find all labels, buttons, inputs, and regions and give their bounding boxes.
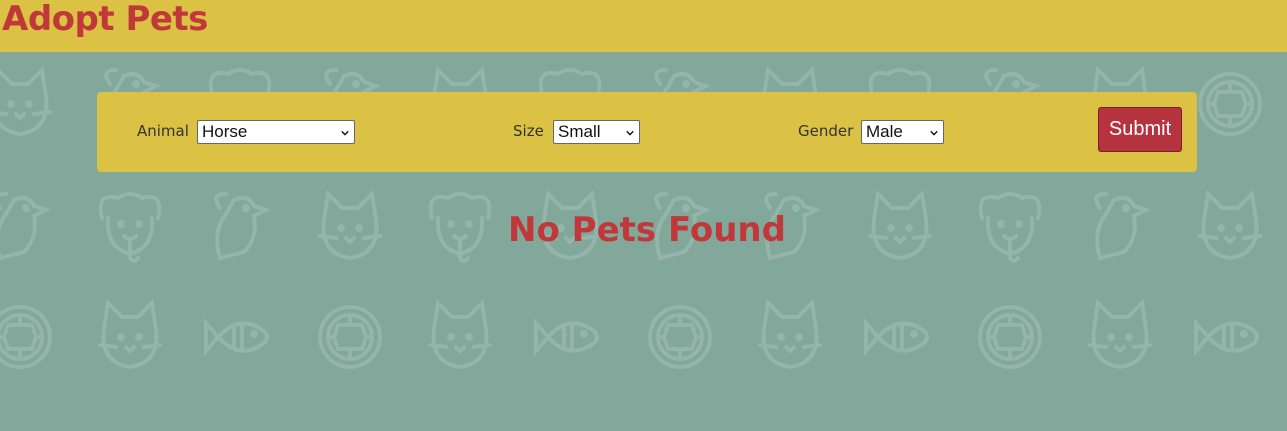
gender-label: Gender (798, 122, 854, 140)
site-header: Adopt Pets (0, 0, 1287, 52)
submit-button[interactable]: Submit (1098, 107, 1182, 152)
chevron-down-icon (341, 130, 349, 136)
cat-icon (758, 301, 822, 369)
turtle-icon (648, 305, 712, 369)
turtle-icon (0, 305, 52, 369)
no-results-message: No Pets Found (508, 210, 786, 250)
filter-form: Animal Horse Size Small Gender Male Subm… (97, 92, 1197, 172)
size-label: Size (513, 122, 544, 140)
size-select-value: Small (558, 122, 601, 141)
turtle-icon (318, 305, 382, 369)
cat-icon (1088, 301, 1152, 369)
fish-icon (864, 321, 929, 353)
chevron-down-icon (930, 130, 938, 136)
cat-icon (98, 301, 162, 369)
fish-icon (1194, 321, 1259, 353)
fish-icon (204, 321, 269, 353)
gender-select[interactable]: Male (861, 120, 944, 144)
gender-select-value: Male (866, 122, 903, 141)
chevron-down-icon (626, 130, 634, 136)
turtle-icon (1198, 72, 1262, 136)
cat-icon (0, 68, 52, 136)
size-select[interactable]: Small (553, 120, 640, 144)
animal-label: Animal (137, 122, 189, 140)
turtle-icon (978, 305, 1042, 369)
page-title: Adopt Pets (2, 0, 208, 39)
fish-icon (534, 321, 599, 353)
animal-select[interactable]: Horse (197, 120, 355, 144)
animal-select-value: Horse (202, 122, 248, 141)
cat-icon (428, 301, 492, 369)
